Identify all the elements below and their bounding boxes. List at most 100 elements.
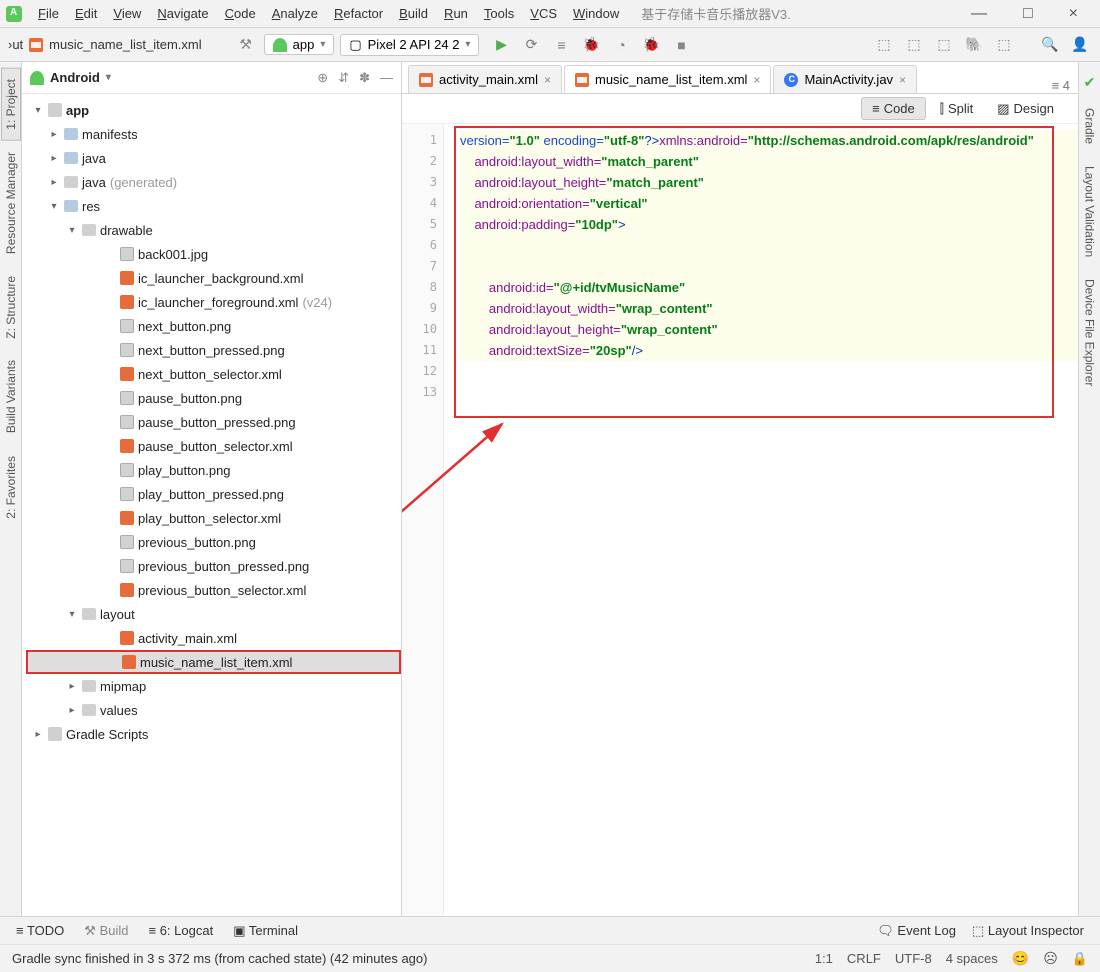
menu-code[interactable]: Code <box>217 3 264 24</box>
tree-previous-button-png[interactable]: previous_button.png <box>26 530 401 554</box>
build-tab[interactable]: ⚒ Build <box>84 923 128 939</box>
twisty-icon[interactable] <box>48 153 60 164</box>
target-icon[interactable]: ⊕ <box>317 70 328 86</box>
tab-mainactivity-jav[interactable]: MainActivity.jav× <box>773 65 917 93</box>
resource-icon[interactable]: ⬚ <box>932 33 956 57</box>
module-selector[interactable]: app ▾ <box>264 34 335 55</box>
logcat-tab[interactable]: ≡ 6: Logcat <box>149 923 214 938</box>
tree-values[interactable]: values <box>26 698 401 722</box>
menu-file[interactable]: File <box>30 3 67 24</box>
tree-pause-button-pressed-png[interactable]: pause_button_pressed.png <box>26 410 401 434</box>
layout-icon[interactable]: ⬚ <box>992 33 1016 57</box>
tree-mipmap[interactable]: mipmap <box>26 674 401 698</box>
hammer-icon[interactable]: ⚒ <box>234 33 258 57</box>
sync-icon[interactable]: 🐘 <box>962 33 986 57</box>
tree-pause-button-selector-xml[interactable]: pause_button_selector.xml <box>26 434 401 458</box>
tree-back001-jpg[interactable]: back001.jpg <box>26 242 401 266</box>
tree-play-button-selector-xml[interactable]: play_button_selector.xml <box>26 506 401 530</box>
twisty-icon[interactable] <box>48 177 60 188</box>
editor-tab-overflow[interactable]: ≡ 4 <box>1052 78 1078 93</box>
close-icon[interactable]: × <box>1063 5 1084 23</box>
close-tab-icon[interactable]: × <box>753 73 760 87</box>
tree-manifests[interactable]: manifests <box>26 122 401 146</box>
happy-face-icon[interactable]: 😊 <box>1012 950 1029 967</box>
split-mode-button[interactable]: ⫿ Split <box>930 98 983 120</box>
twisty-icon[interactable] <box>66 681 78 692</box>
tree-next-button-pressed-png[interactable]: next_button_pressed.png <box>26 338 401 362</box>
sad-face-icon[interactable]: ☹ <box>1043 950 1058 967</box>
indent[interactable]: 4 spaces <box>946 951 998 966</box>
menu-build[interactable]: Build <box>391 3 436 24</box>
menu-navigate[interactable]: Navigate <box>149 3 216 24</box>
tree-res[interactable]: res <box>26 194 401 218</box>
tree-drawable[interactable]: drawable <box>26 218 401 242</box>
tool-tab-1-project[interactable]: 1: Project <box>1 68 21 141</box>
tree-previous-button-selector-xml[interactable]: previous_button_selector.xml <box>26 578 401 602</box>
maximize-icon[interactable]: □ <box>1017 5 1039 23</box>
run-icon[interactable]: ▶ <box>489 33 513 57</box>
menu-edit[interactable]: Edit <box>67 3 105 24</box>
collapse-icon[interactable]: ⇵ <box>338 70 349 86</box>
todo-tab[interactable]: ≡ TODO <box>16 923 64 938</box>
twisty-icon[interactable] <box>48 129 60 140</box>
menu-tools[interactable]: Tools <box>476 3 522 24</box>
encoding[interactable]: UTF-8 <box>895 951 932 966</box>
tool-tab-build-variants[interactable]: Build Variants <box>1 349 21 444</box>
sdk-manager-icon[interactable]: ⬚ <box>902 33 926 57</box>
tree-previous-button-pressed-png[interactable]: previous_button_pressed.png <box>26 554 401 578</box>
close-tab-icon[interactable]: × <box>544 73 551 87</box>
twisty-icon[interactable] <box>66 225 78 236</box>
twisty-icon[interactable] <box>66 609 78 620</box>
twisty-icon[interactable] <box>66 705 78 716</box>
layout-inspector-tab[interactable]: ⬚ Layout Inspector <box>972 923 1084 939</box>
stop-icon[interactable]: ■ <box>669 33 693 57</box>
line-sep[interactable]: CRLF <box>847 951 881 966</box>
tree-ic-launcher-background-xml[interactable]: ic_launcher_background.xml <box>26 266 401 290</box>
tool-tab-resource-manager[interactable]: Resource Manager <box>1 141 21 265</box>
tree-java[interactable]: java (generated) <box>26 170 401 194</box>
apply-code-icon[interactable]: ≡ <box>549 33 573 57</box>
code-mode-button[interactable]: ≡ Code <box>861 97 926 120</box>
tool-tab-device-file-explorer[interactable]: Device File Explorer <box>1080 268 1100 397</box>
tool-tab-z-structure[interactable]: Z: Structure <box>1 265 21 350</box>
tree-music-name-list-item-xml[interactable]: music_name_list_item.xml <box>26 650 401 674</box>
gear-icon[interactable]: ✽ <box>359 70 370 86</box>
profile-icon[interactable]: ◔ <box>609 33 633 57</box>
menu-run[interactable]: Run <box>436 3 476 24</box>
menu-window[interactable]: Window <box>565 3 627 24</box>
tree-play-button-pressed-png[interactable]: play_button_pressed.png <box>26 482 401 506</box>
twisty-icon[interactable] <box>48 201 60 212</box>
twisty-icon[interactable] <box>32 105 44 116</box>
inspection-ok-icon[interactable]: ✔ <box>1084 68 1096 97</box>
avatar-icon[interactable]: 👤 <box>1068 33 1092 57</box>
debug-icon[interactable]: 🐞 <box>579 33 603 57</box>
tree-activity-main-xml[interactable]: activity_main.xml <box>26 626 401 650</box>
caret-pos[interactable]: 1:1 <box>815 951 833 966</box>
minimize-icon[interactable]: — <box>965 5 993 23</box>
tree-next-button-selector-xml[interactable]: next_button_selector.xml <box>26 362 401 386</box>
tab-activity-main-xml[interactable]: activity_main.xml× <box>408 65 562 93</box>
close-tab-icon[interactable]: × <box>899 73 906 87</box>
project-tree[interactable]: appmanifestsjavajava (generated)resdrawa… <box>22 94 401 916</box>
event-log-tab[interactable]: 🗨 Event Log <box>877 923 956 939</box>
avd-selector[interactable]: ▢ Pixel 2 API 24 2 ▾ <box>340 34 479 56</box>
breadcrumb-file[interactable]: music_name_list_item.xml <box>49 37 201 52</box>
panel-view-selector[interactable]: Android ▾ <box>30 70 111 85</box>
apply-changes-icon[interactable]: ⟳ <box>519 33 543 57</box>
tree-layout[interactable]: layout <box>26 602 401 626</box>
tree-app[interactable]: app <box>26 98 401 122</box>
tool-tab-2-favorites[interactable]: 2: Favorites <box>1 445 21 530</box>
menu-view[interactable]: View <box>105 3 149 24</box>
twisty-icon[interactable] <box>32 729 44 740</box>
terminal-tab[interactable]: ▣ Terminal <box>233 923 298 939</box>
design-mode-button[interactable]: ▨ Design <box>987 98 1064 120</box>
tree-play-button-png[interactable]: play_button.png <box>26 458 401 482</box>
tree-next-button-png[interactable]: next_button.png <box>26 314 401 338</box>
tree-pause-button-png[interactable]: pause_button.png <box>26 386 401 410</box>
tool-tab-layout-validation[interactable]: Layout Validation <box>1080 155 1100 268</box>
menu-refactor[interactable]: Refactor <box>326 3 391 24</box>
attach-debugger-icon[interactable]: 🐞 <box>639 33 663 57</box>
menu-vcs[interactable]: VCS <box>522 3 565 24</box>
avd-manager-icon[interactable]: ⬚ <box>872 33 896 57</box>
tree-ic-launcher-foreground-xml[interactable]: ic_launcher_foreground.xml (v24) <box>26 290 401 314</box>
